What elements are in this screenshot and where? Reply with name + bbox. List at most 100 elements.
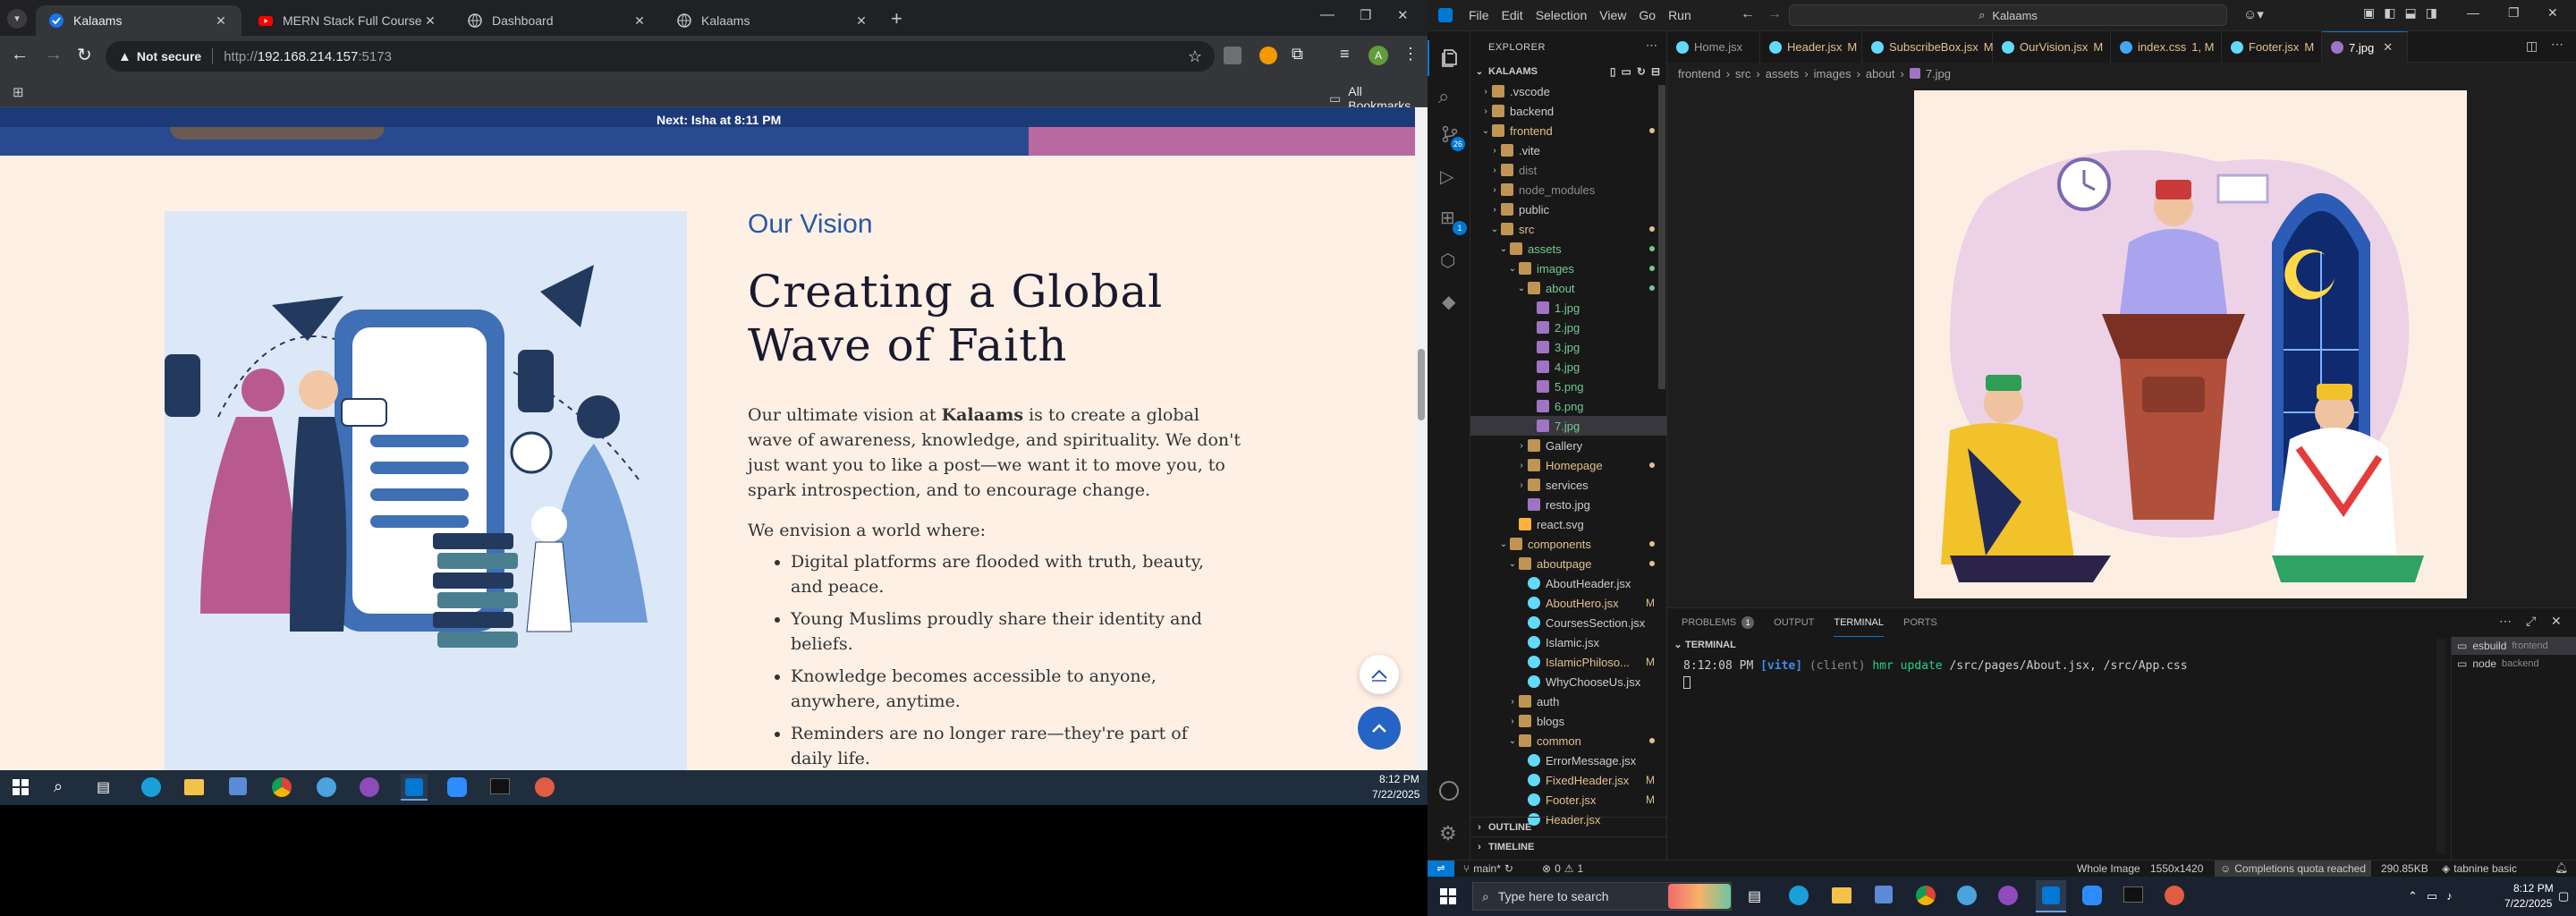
taskbar-search-box[interactable]: ⌕ Type here to search xyxy=(1472,882,1732,911)
tab-kalaams-2[interactable]: Kalaams ✕ xyxy=(664,5,882,36)
search-icon[interactable]: ⌕ xyxy=(54,777,63,796)
tree-folder[interactable]: › .vite xyxy=(1470,140,1667,160)
tree-file[interactable]: 6.png xyxy=(1470,396,1667,416)
tree-file[interactable]: 5.png xyxy=(1470,377,1667,396)
tree-folder[interactable]: › auth xyxy=(1470,691,1667,711)
forward-button[interactable]: → xyxy=(45,45,63,65)
tree-folder[interactable]: ⌄ assets xyxy=(1470,239,1667,259)
tree-scrollbar[interactable] xyxy=(1658,85,1665,389)
tree-folder[interactable]: › Gallery xyxy=(1470,436,1667,455)
customize-layout-icon[interactable]: ▣ xyxy=(2363,5,2375,21)
terminal-instance[interactable]: ▭ node backend xyxy=(2452,655,2576,673)
minimize-window-button[interactable]: — xyxy=(1320,7,1335,23)
browser-app-icon[interactable] xyxy=(535,777,555,797)
back-button[interactable]: ← xyxy=(11,45,29,65)
breadcrumb-item[interactable]: frontend xyxy=(1678,67,1721,81)
workspace-header[interactable]: ⌄ KALAAMS ▯ ▭ ↻ ⊟ xyxy=(1470,62,1667,81)
tree-folder[interactable]: › node_modules xyxy=(1470,180,1667,199)
terminal-output[interactable]: 8:12:08 PM [vite] (client) hmr update /s… xyxy=(1683,658,2417,689)
image-mode[interactable]: Whole Image xyxy=(2077,862,2140,875)
tree-folder[interactable]: ⌄ src xyxy=(1470,219,1667,239)
file-explorer-icon[interactable] xyxy=(184,779,204,795)
close-window-button[interactable]: ✕ xyxy=(1397,7,1409,23)
editor-tab[interactable]: Home.jsx xyxy=(1667,31,1760,63)
toggle-panel-icon[interactable]: ⬓ xyxy=(2404,5,2416,21)
toggle-secondary-sidebar-icon[interactable]: ◨ xyxy=(2426,5,2437,21)
task-view-icon[interactable]: ▤ xyxy=(97,778,110,796)
toggle-sidebar-icon[interactable]: ◧ xyxy=(2384,5,2395,21)
editor-tab[interactable]: Footer.jsx M xyxy=(2222,31,2322,63)
profile-avatar[interactable]: A xyxy=(1368,46,1388,65)
tabnine-status[interactable]: ◈ tabnine basic xyxy=(2442,862,2517,875)
maximize-panel-icon[interactable]: ⤢ xyxy=(2526,614,2536,629)
panel-tab[interactable]: OUTPUT xyxy=(1774,608,1814,637)
bookmark-star-icon[interactable]: ☆ xyxy=(1188,47,1202,66)
close-panel-icon[interactable]: ✕ xyxy=(2551,614,2562,629)
browser-app-icon[interactable] xyxy=(2165,886,2184,905)
menu-edit[interactable]: Edit xyxy=(1502,8,1523,22)
editor-tab[interactable]: OurVision.jsx M xyxy=(1993,31,2111,63)
tree-file[interactable]: CoursesSection.jsx xyxy=(1470,613,1667,632)
tree-folder[interactable]: ⌄ about xyxy=(1470,278,1667,298)
chrome-icon[interactable] xyxy=(272,777,292,797)
tree-file[interactable]: IslamicPhiloso... M xyxy=(1470,652,1667,672)
tree-folder[interactable]: › blogs xyxy=(1470,711,1667,731)
settings-gear-icon[interactable]: ⚙ xyxy=(1439,822,1457,845)
close-tab-icon[interactable]: ✕ xyxy=(853,13,869,29)
close-tab-icon[interactable]: ✕ xyxy=(631,13,648,29)
tree-file[interactable]: AboutHeader.jsx xyxy=(1470,573,1667,593)
search-icon[interactable]: ⌕ xyxy=(1438,85,1449,108)
tree-file[interactable]: AboutHero.jsx M xyxy=(1470,593,1667,613)
scroll-to-top-button[interactable] xyxy=(1358,707,1401,750)
tree-folder[interactable]: ⌄ aboutpage xyxy=(1470,554,1667,573)
close-tab-icon[interactable]: ✕ xyxy=(2383,40,2393,55)
scrollbar-thumb[interactable] xyxy=(1418,349,1425,420)
tree-file[interactable]: 1.jpg xyxy=(1470,298,1667,318)
close-window-button[interactable]: ✕ xyxy=(2547,5,2558,21)
nav-forward-icon[interactable]: → xyxy=(1767,6,1782,22)
breadcrumb-item[interactable]: images xyxy=(1814,67,1852,81)
tree-file[interactable]: 2.jpg xyxy=(1470,318,1667,337)
tree-folder[interactable]: › Homepage xyxy=(1470,455,1667,475)
terminal-icon[interactable] xyxy=(2123,886,2143,903)
tree-file[interactable]: 3.jpg xyxy=(1470,337,1667,357)
editor-tab[interactable]: index.css 1, M xyxy=(2111,31,2222,63)
copilot-icon[interactable]: ☺▾ xyxy=(2243,6,2264,22)
tree-folder[interactable]: › dist xyxy=(1470,160,1667,180)
edge-icon[interactable] xyxy=(141,777,161,797)
tree-file[interactable]: 7.jpg xyxy=(1470,416,1667,436)
restore-window-button[interactable]: ❐ xyxy=(1360,7,1371,23)
outline-section[interactable]: › OUTLINE xyxy=(1470,817,1667,836)
editor-tab[interactable]: SubscribeBox.jsx M xyxy=(1862,31,1994,63)
problems-status[interactable]: ⊗ 0 ⚠ 1 xyxy=(1542,862,1583,875)
tree-folder[interactable]: › backend xyxy=(1470,101,1667,121)
vscode-taskbar-icon[interactable] xyxy=(2036,880,2066,912)
close-tab-icon[interactable]: ✕ xyxy=(213,13,229,29)
editor-tab[interactable]: Header.jsx M xyxy=(1760,31,1862,63)
task-view-icon[interactable]: ▤ xyxy=(1748,887,1761,905)
panel-more-icon[interactable]: ⋯ xyxy=(2499,614,2512,629)
close-tab-icon[interactable]: ✕ xyxy=(422,13,438,29)
extension-icon[interactable] xyxy=(1224,47,1241,64)
panel-tab[interactable]: TERMINAL xyxy=(1834,608,1884,637)
tree-file[interactable]: 4.jpg xyxy=(1470,357,1667,377)
explorer-more-icon[interactable]: ⋯ xyxy=(1646,38,1657,53)
run-debug-icon[interactable]: ▷ xyxy=(1440,165,1453,188)
minimize-window-button[interactable]: — xyxy=(2467,5,2479,20)
editor-tab[interactable]: 7.jpg ✕ xyxy=(2322,31,2408,63)
menu-view[interactable]: View xyxy=(1599,8,1626,22)
edge-icon[interactable] xyxy=(1789,886,1809,905)
explorer-icon[interactable] xyxy=(1428,40,1470,76)
menu-go[interactable]: Go xyxy=(1639,8,1656,22)
tree-folder[interactable]: › .vscode xyxy=(1470,81,1667,101)
new-tab-button[interactable]: + xyxy=(891,7,902,30)
media-control-icon[interactable]: ≡ xyxy=(1340,45,1350,64)
accounts-icon[interactable] xyxy=(1439,781,1459,801)
new-file-icon[interactable]: ▯ xyxy=(1610,65,1616,78)
remote-explorer-icon[interactable]: ⬡ xyxy=(1440,250,1455,272)
tree-folder[interactable]: ⌄ frontend xyxy=(1470,121,1667,140)
chrome-menu-icon[interactable]: ⋮ xyxy=(1402,45,1419,64)
collapse-all-icon[interactable]: ⊟ xyxy=(1651,65,1660,78)
tree-file[interactable]: resto.jpg xyxy=(1470,495,1667,514)
terminal-header[interactable]: ⌄ TERMINAL xyxy=(1671,639,1735,651)
